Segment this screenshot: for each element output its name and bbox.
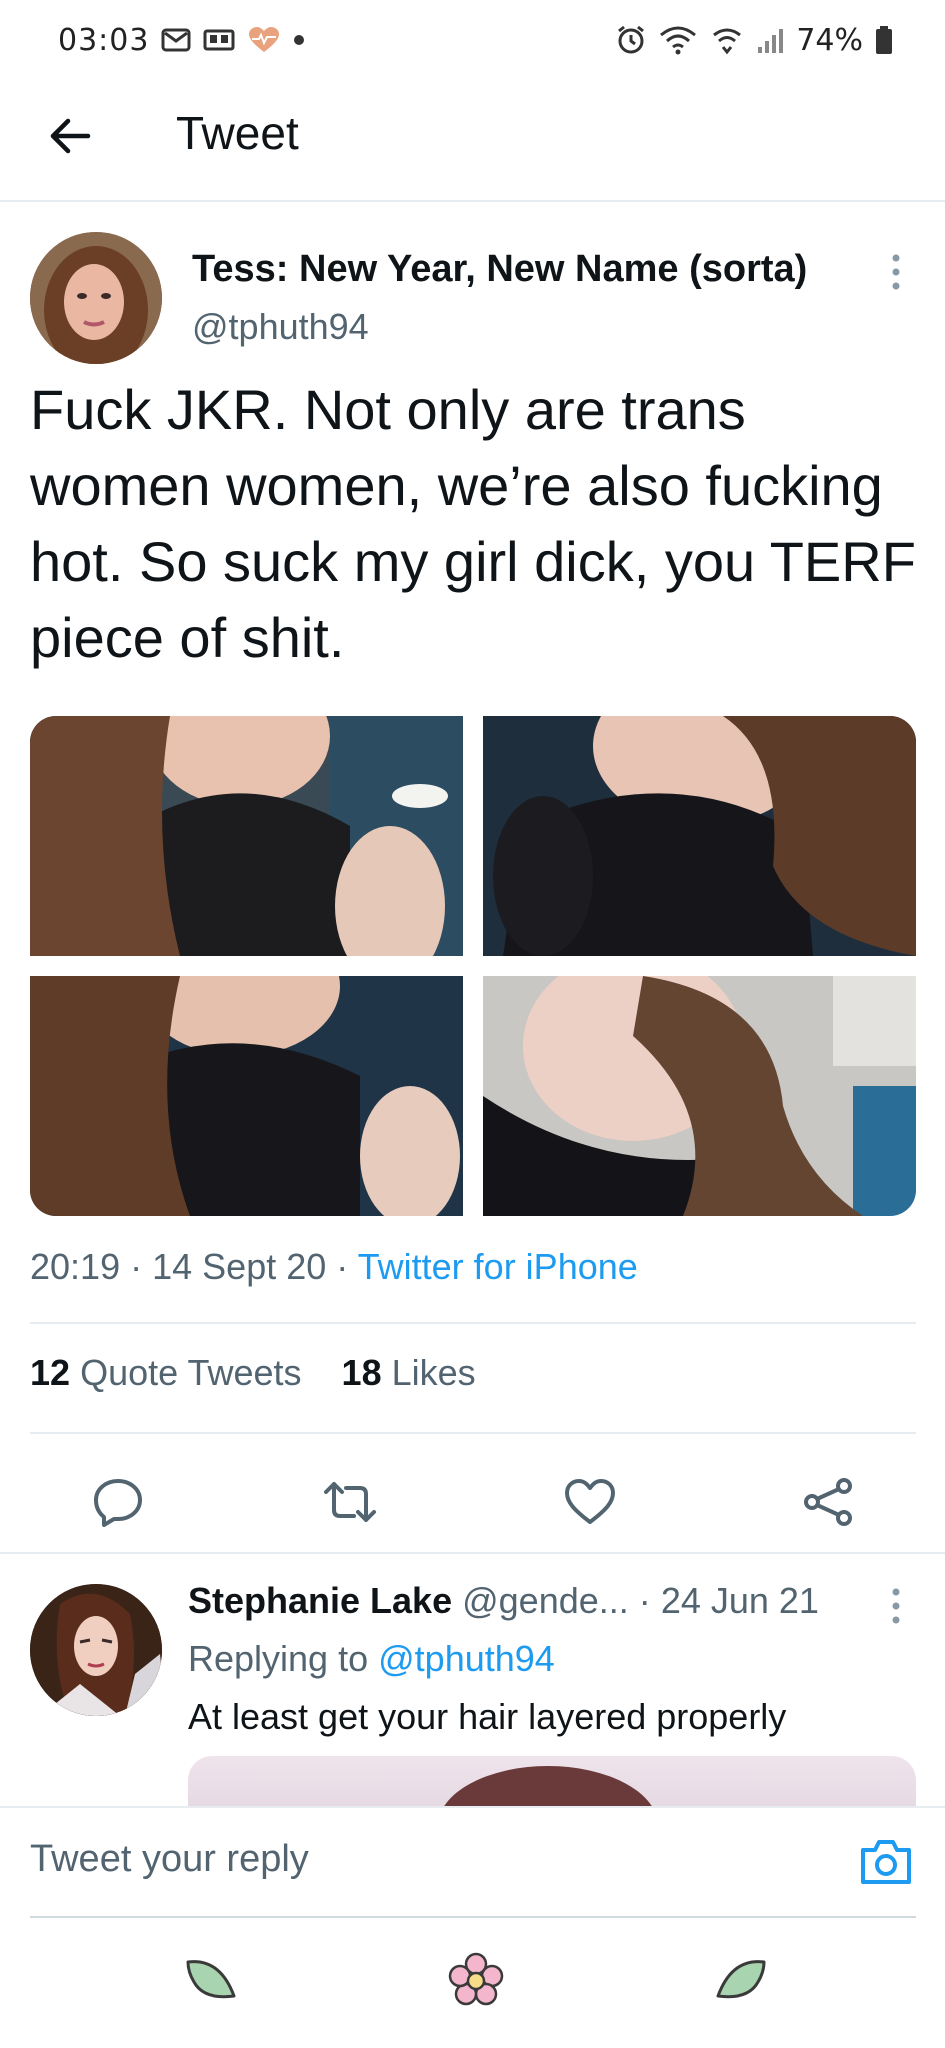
tweet-time: 20:19	[30, 1246, 121, 1287]
reply-separator: ·	[638, 1580, 651, 1621]
signal-icon	[756, 25, 784, 55]
arrow-left-icon	[50, 118, 91, 154]
share-icon	[804, 1478, 852, 1526]
status-bar: 03:03 74%	[0, 0, 945, 80]
back-button[interactable]	[44, 110, 96, 162]
reply-date[interactable]: 24 Jun 21	[661, 1580, 819, 1621]
tweet-meta: 20:19 · 14 Sept 20 · Twitter for iPhone	[30, 1246, 638, 1288]
tweet-photo-1[interactable]	[30, 716, 463, 956]
nav-left-button[interactable]	[180, 1948, 244, 2012]
tweet-text: Fuck JKR. Not only are trans women women…	[30, 378, 916, 669]
camera-icon	[861, 1840, 911, 1884]
reply-author-handle[interactable]: @gende...	[462, 1580, 629, 1621]
camera-button[interactable]	[856, 1832, 916, 1892]
tweet-photo-4[interactable]	[483, 976, 916, 1216]
quote-tweets-stat[interactable]: 12 Quote Tweets	[30, 1352, 302, 1393]
reply-header: Stephanie Lake @gende... · 24 Jun 21	[188, 1580, 819, 1622]
reply-avatar[interactable]	[30, 1584, 162, 1716]
author-handle[interactable]: @tphuth94	[192, 306, 369, 348]
vr-icon	[203, 27, 235, 53]
tweet-photo-2[interactable]	[483, 716, 916, 956]
likes-stat[interactable]: 18 Likes	[342, 1352, 476, 1393]
replying-to: Replying to @tphuth94	[188, 1638, 555, 1680]
leaf-right-icon	[716, 1960, 766, 1999]
quote-label: Quote Tweets	[80, 1352, 302, 1393]
like-button[interactable]	[562, 1474, 618, 1530]
author-name[interactable]: Tess: New Year, New Name (sorta)	[192, 248, 807, 291]
bottom-nav	[0, 1918, 945, 2048]
more-options-button[interactable]	[884, 252, 908, 292]
header: Tweet	[0, 80, 945, 202]
more-vertical-icon	[892, 1588, 900, 1624]
reply-composer: Tweet your reply	[0, 1806, 945, 1918]
divider	[30, 1432, 916, 1434]
retweet-icon	[324, 1482, 376, 1522]
more-vertical-icon	[892, 254, 900, 290]
meta-separator: ·	[336, 1246, 349, 1287]
reply-more-options-button[interactable]	[884, 1586, 908, 1626]
tweet-photos	[30, 716, 916, 1216]
replying-handle-link[interactable]: @tphuth94	[378, 1638, 555, 1679]
flower-icon	[448, 1952, 504, 2006]
status-time: 03:03	[58, 22, 150, 58]
mail-icon	[161, 27, 191, 53]
page-title: Tweet	[176, 107, 299, 159]
retweet-button[interactable]	[322, 1474, 378, 1530]
meta-separator: ·	[130, 1246, 143, 1287]
reply-author-name[interactable]: Stephanie Lake	[188, 1580, 452, 1621]
likes-label: Likes	[391, 1352, 476, 1393]
quote-count: 12	[30, 1352, 71, 1393]
wifi-calling-icon	[710, 25, 744, 55]
tweet-photo-3[interactable]	[30, 976, 463, 1216]
heart-rate-icon	[247, 26, 281, 54]
battery-icon	[875, 25, 893, 55]
alarm-icon	[616, 25, 646, 55]
nav-center-button[interactable]	[444, 1948, 508, 2012]
reply-text: At least get your hair layered properly	[188, 1696, 787, 1737]
replying-label: Replying to	[188, 1638, 369, 1679]
avatar[interactable]	[30, 232, 162, 364]
reply-icon	[94, 1479, 142, 1527]
dot-icon	[293, 34, 305, 46]
reply-input[interactable]: Tweet your reply	[30, 1838, 309, 1881]
reply-tweet[interactable]: Stephanie Lake @gende... · 24 Jun 21 Rep…	[0, 1552, 945, 1816]
tweet-source-link[interactable]: Twitter for iPhone	[358, 1246, 638, 1287]
share-button[interactable]	[800, 1474, 856, 1530]
tweet-actions	[0, 1464, 945, 1536]
battery-percentage: 74%	[796, 22, 863, 58]
divider	[30, 1322, 916, 1324]
tweet-date: 14 Sept 20	[152, 1246, 327, 1287]
wifi-icon	[658, 25, 698, 55]
nav-right-button[interactable]	[708, 1948, 772, 2012]
status-left: 03:03	[58, 23, 305, 58]
leaf-icon	[186, 1960, 236, 1999]
tweet-stats: 12 Quote Tweets 18 Likes	[30, 1352, 476, 1394]
like-icon	[565, 1479, 615, 1524]
likes-count: 18	[341, 1352, 382, 1393]
status-right: 74%	[616, 23, 893, 58]
reply-button[interactable]	[90, 1474, 146, 1530]
